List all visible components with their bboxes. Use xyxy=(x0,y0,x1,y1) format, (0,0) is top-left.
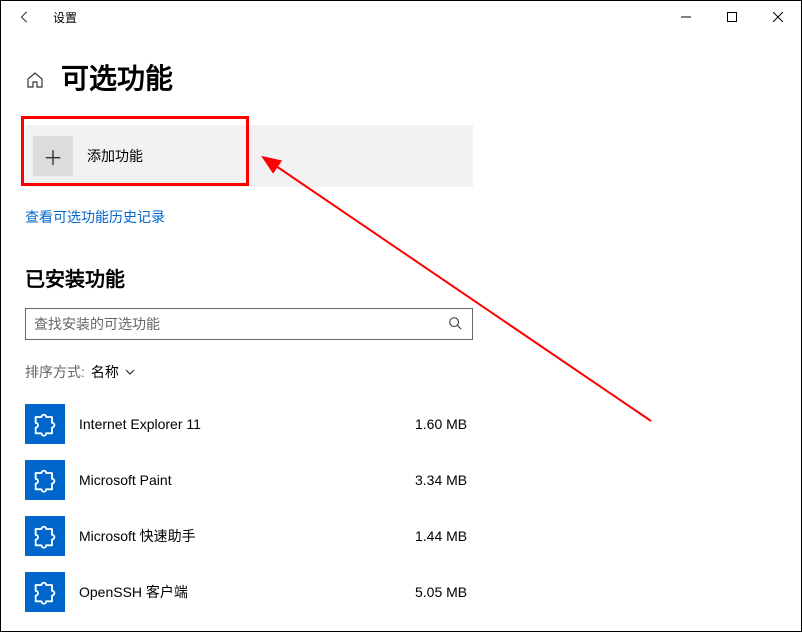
puzzle-icon xyxy=(25,404,65,444)
feature-item[interactable]: OpenSSH 客户端5.05 MB xyxy=(25,564,495,620)
feature-item[interactable]: Internet Explorer 111.60 MB xyxy=(25,396,495,452)
sort-value: 名称 xyxy=(91,362,119,382)
feature-size: 1.44 MB xyxy=(415,528,495,544)
feature-name: Microsoft Paint xyxy=(79,472,415,488)
search-icon xyxy=(448,316,464,332)
content-area: 可选功能 ＋ 添加功能 查看可选功能历史记录 已安装功能 排序方式: 名称 In… xyxy=(1,33,801,620)
search-box[interactable] xyxy=(25,308,473,340)
add-feature-button[interactable]: ＋ 添加功能 xyxy=(25,125,473,187)
heading-row: 可选功能 xyxy=(25,57,777,97)
puzzle-icon xyxy=(25,460,65,500)
minimize-button[interactable] xyxy=(663,1,709,33)
chevron-down-icon xyxy=(125,364,135,380)
puzzle-icon xyxy=(25,572,65,612)
plus-icon: ＋ xyxy=(33,136,73,176)
window-controls xyxy=(663,1,801,33)
back-button[interactable] xyxy=(9,1,41,33)
feature-item[interactable]: Microsoft Paint3.34 MB xyxy=(25,452,495,508)
sort-dropdown[interactable]: 排序方式: 名称 xyxy=(25,362,777,382)
feature-item[interactable]: Microsoft 快速助手1.44 MB xyxy=(25,508,495,564)
feature-name: Internet Explorer 11 xyxy=(79,416,415,432)
feature-name: Microsoft 快速助手 xyxy=(79,526,415,546)
feature-size: 3.34 MB xyxy=(415,472,495,488)
feature-name: OpenSSH 客户端 xyxy=(79,582,415,602)
search-input[interactable] xyxy=(34,316,448,332)
add-feature-label: 添加功能 xyxy=(87,146,143,166)
puzzle-icon xyxy=(25,516,65,556)
feature-list: Internet Explorer 111.60 MBMicrosoft Pai… xyxy=(25,396,777,620)
feature-size: 5.05 MB xyxy=(415,584,495,600)
sort-label: 排序方式: xyxy=(25,362,85,382)
feature-size: 1.60 MB xyxy=(415,416,495,432)
titlebar: 设置 xyxy=(1,1,801,33)
close-button[interactable] xyxy=(755,1,801,33)
home-icon[interactable] xyxy=(25,70,45,90)
history-link[interactable]: 查看可选功能历史记录 xyxy=(25,207,165,227)
installed-section-title: 已安装功能 xyxy=(25,263,777,292)
window-title: 设置 xyxy=(53,9,77,26)
maximize-button[interactable] xyxy=(709,1,755,33)
page-title: 可选功能 xyxy=(61,57,173,97)
